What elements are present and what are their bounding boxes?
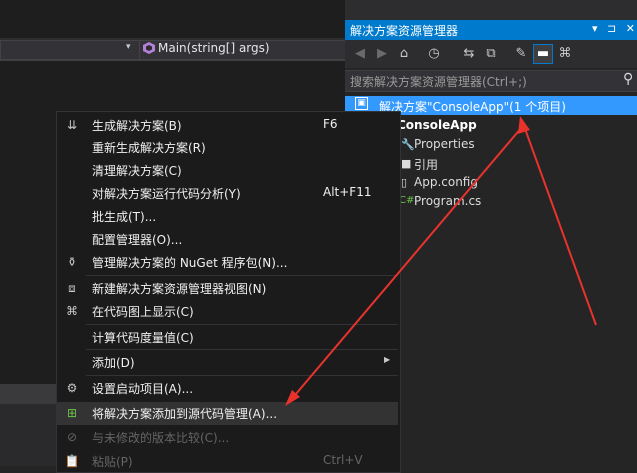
- annotation-arrow-line: [523, 125, 597, 326]
- annotation-arrows: [285, 116, 597, 406]
- annotation-arrowhead: [518, 116, 530, 134]
- annotation-arrow-line: [289, 126, 523, 402]
